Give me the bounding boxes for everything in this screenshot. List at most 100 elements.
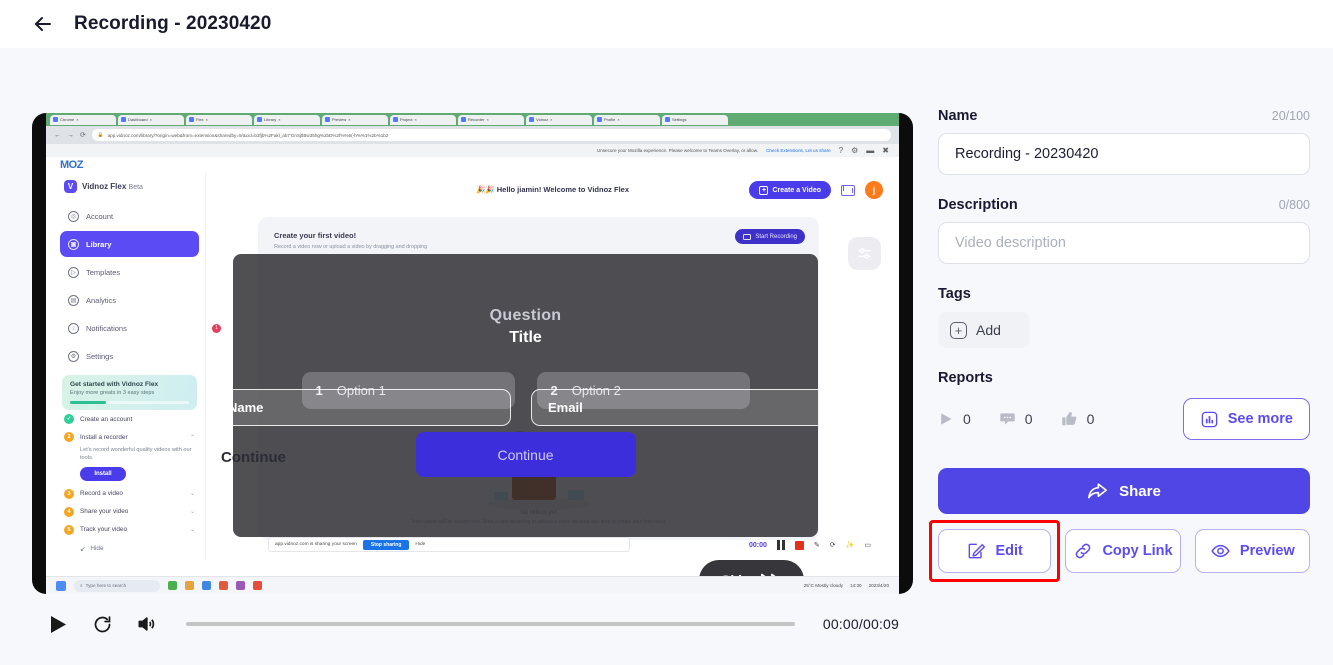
name-input[interactable] [938, 133, 1310, 175]
edit-button-wrapper: Edit [929, 520, 1061, 582]
taskbar-search[interactable]: ⌕ Type here to search [74, 579, 160, 592]
url-text: app.vidnoz.com/library/?origin=web&from=… [107, 132, 389, 138]
start-icon[interactable] [56, 580, 66, 591]
email-field[interactable]: Email [531, 389, 831, 426]
restart-icon[interactable]: ⟳ [830, 541, 836, 549]
minimize-icon: ▬ [866, 146, 875, 155]
tab-close-icon: × [414, 117, 417, 122]
pause-icon[interactable] [776, 540, 785, 550]
details-panel: Name 20/100 Description 0/800 Tags + Add… [929, 108, 1310, 582]
name-counter: 20/100 [1271, 109, 1310, 123]
onboarding-step[interactable]: ✓ Create an account [54, 410, 205, 428]
hide-share-button[interactable]: Hide [415, 542, 425, 547]
avatar[interactable]: j [865, 181, 883, 199]
sidebar-item-analytics[interactable]: ▤ Analytics [60, 287, 199, 313]
clock-time: 14:30 [850, 583, 862, 588]
vidnoz-brand: V Vidnoz Flex Beta [54, 177, 205, 201]
sidebar-item-templates[interactable]: ▷ Templates [60, 259, 199, 285]
browser-tab: Recorder × [458, 114, 524, 125]
description-input[interactable] [938, 222, 1310, 264]
description-label: Description [938, 197, 1018, 213]
description-counter: 0/800 [1278, 198, 1310, 212]
play-icon [941, 413, 952, 425]
taskbar-app-icon[interactable] [168, 581, 177, 590]
create-video-button[interactable]: + Create a Video [749, 181, 831, 199]
pen-icon[interactable]: ✎ [814, 541, 820, 549]
clock-date: 2023/4/20 [868, 583, 889, 588]
frame-icon[interactable]: ▭ [864, 541, 871, 549]
browser-tab: Vidnoz × [526, 114, 592, 125]
hide-button[interactable]: ↙ Hide [54, 539, 205, 553]
step-label: Share your video [80, 508, 129, 516]
onboarding-step[interactable]: 3 Record a video ⌄ [54, 485, 205, 503]
page-title: Recording - 20230420 [74, 13, 272, 34]
back-arrow-icon[interactable] [30, 11, 56, 37]
install-button[interactable]: Install [80, 466, 126, 481]
vidnoz-sidebar: V Vidnoz Flex Beta ◎ Account ▣ Library ▷… [54, 173, 221, 560]
tab-label: Dashboard [128, 117, 148, 122]
recording-timer: 00:00 [749, 541, 767, 549]
likes-count: 0 [1086, 411, 1095, 427]
progress-bar[interactable] [186, 622, 795, 626]
sidebar-item-settings[interactable]: ⚙ Settings [60, 343, 199, 369]
notice-text: Unsecure your Mozilla experience. Please… [596, 148, 759, 153]
tab-close-icon: × [348, 117, 351, 122]
replay-icon[interactable] [90, 612, 114, 636]
start-recording-button[interactable]: Start Recording [735, 229, 805, 244]
browser-address-input: 🔒 app.vidnoz.com/library/?origin=web&fro… [91, 129, 891, 141]
name-section: Name 20/100 [938, 108, 1310, 175]
copy-link-label: Copy Link [1102, 543, 1173, 559]
onboarding-step[interactable]: 5 Track your video ⌄ [54, 521, 205, 539]
magic-pointer-icon[interactable]: ✨ [846, 541, 855, 549]
help-icon: ? [838, 146, 844, 155]
copy-link-button[interactable]: Copy Link [1065, 529, 1181, 573]
sidebar-item-account[interactable]: ◎ Account [60, 203, 199, 229]
taskbar-app-icon[interactable] [253, 581, 262, 590]
preview-button[interactable]: Preview [1194, 529, 1310, 573]
see-more-button[interactable]: See more [1182, 398, 1310, 440]
sidebar-item-library[interactable]: ▣ Library [60, 231, 199, 257]
browser-forward-icon: → [67, 131, 74, 139]
sidebar-item-notifications[interactable]: ♤ Notifications 1 [60, 315, 221, 341]
brand-name: Vidnoz Flex [82, 182, 127, 191]
search-icon: ⌕ [80, 583, 83, 588]
filter-icon[interactable] [848, 237, 881, 270]
start-recording-label: Start Recording [755, 233, 797, 240]
notice-link: Check Extensions, Let us share [766, 148, 831, 153]
form-row: Name Email [211, 389, 831, 426]
templates-icon: ▷ [68, 266, 79, 278]
empty-subtitle: Record a video now or upload a video by … [274, 244, 428, 250]
camera-icon [743, 233, 752, 240]
edit-button[interactable]: Edit [938, 529, 1052, 573]
volume-icon[interactable] [134, 612, 158, 636]
tab-close-icon: × [550, 117, 553, 122]
get-started-progress [70, 401, 189, 404]
library-icon: ▣ [68, 238, 79, 250]
taskbar-app-icon[interactable] [202, 581, 211, 590]
share-button[interactable]: Share [938, 468, 1310, 514]
tab-label: Recorder [468, 117, 485, 122]
taskbar-app-icon[interactable] [236, 581, 245, 590]
tags-section: Tags + Add [938, 286, 1310, 348]
onboarding-step[interactable]: 2 Install a recorder ⌃ [54, 428, 205, 446]
sidebar-item-label: Notifications [86, 323, 127, 333]
video-player: Chrome × Dashboard × Flex × Library × Previe… [32, 113, 913, 654]
video-frame[interactable]: Chrome × Dashboard × Flex × Library × Previe… [32, 113, 913, 594]
app-header-actions: + Create a Video j [749, 181, 883, 199]
stop-sharing-button[interactable]: Stop sharing [362, 539, 410, 550]
add-tag-label: Add [976, 322, 1001, 338]
onboarding-step[interactable]: 4 Share your video ⌄ [54, 503, 205, 521]
browser-notice-bar: Unsecure your Mozilla experience. Please… [46, 144, 899, 157]
tab-label: Settings [672, 117, 687, 122]
tab-close-icon: × [149, 117, 152, 122]
overlay-continue-button[interactable]: Continue [415, 432, 636, 477]
hide-label: Hide [90, 545, 104, 553]
play-icon[interactable] [46, 612, 70, 636]
taskbar-app-icon[interactable] [219, 581, 228, 590]
taskbar-app-icon[interactable] [185, 581, 194, 590]
add-tag-button[interactable]: + Add [938, 312, 1030, 348]
moz-logo: MOZ [60, 159, 83, 171]
name-field[interactable]: Name [211, 389, 511, 426]
stop-icon[interactable] [794, 540, 804, 550]
mail-icon[interactable] [841, 184, 855, 196]
